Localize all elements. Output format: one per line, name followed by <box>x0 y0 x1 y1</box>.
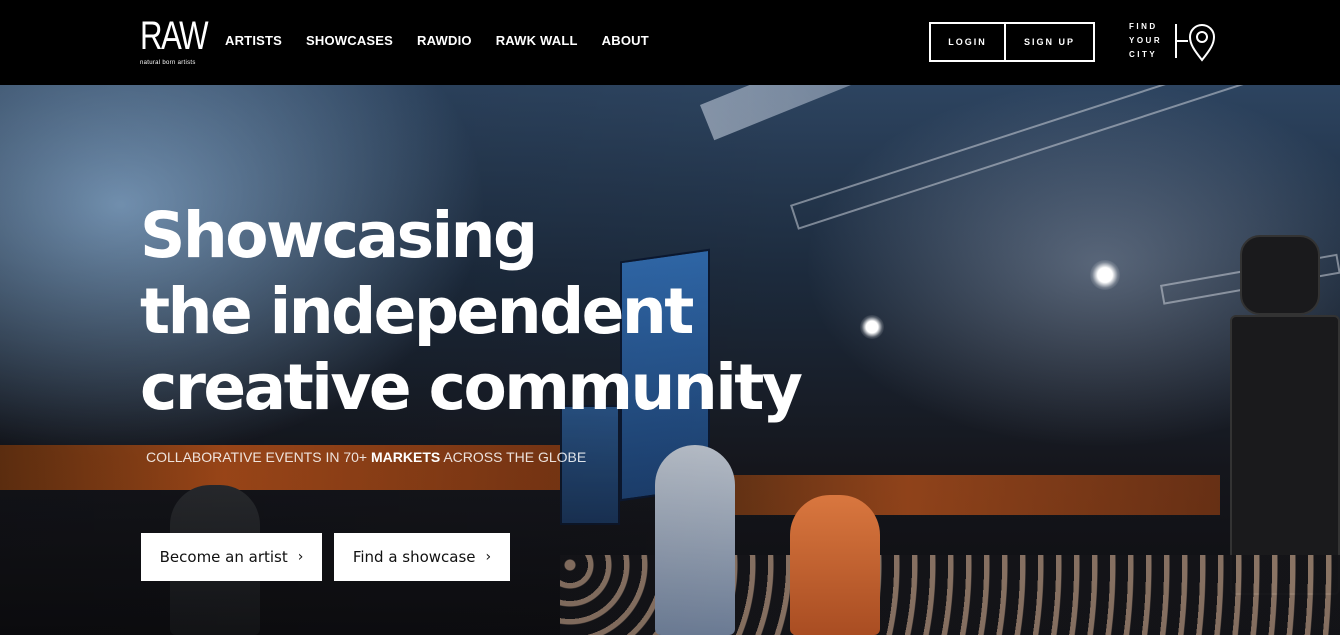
nav-about[interactable]: ABOUT <box>602 33 649 48</box>
main-nav: ARTISTS SHOWCASES RAWDIO RAWK WALL ABOUT <box>225 33 649 48</box>
hero-headline: Showcasing the independent creative comm… <box>140 199 803 424</box>
become-an-artist-button[interactable]: Become an artist › <box>141 533 322 581</box>
nav-artists[interactable]: ARTISTS <box>225 33 282 48</box>
raw-logo[interactable]: RAW natural born artists <box>140 14 209 72</box>
login-button[interactable]: LOGIN <box>931 24 1006 60</box>
chevron-right-icon: › <box>485 549 492 565</box>
signup-button[interactable]: SIGN UP <box>1006 24 1093 60</box>
top-navigation-bar: RAW natural born artists ARTISTS SHOWCAS… <box>0 0 1340 85</box>
auth-buttons: LOGIN SIGN UP <box>929 22 1095 62</box>
find-your-city-label: FIND YOUR CITY <box>1129 22 1163 59</box>
nav-rawk-wall[interactable]: RAWK WALL <box>496 33 578 48</box>
nav-showcases[interactable]: SHOWCASES <box>306 33 393 48</box>
hero-section: Showcasing the independent creative comm… <box>0 85 1340 635</box>
logo-wordmark: RAW <box>140 14 209 58</box>
hero-subline: COLLABORATIVE EVENTS IN 70+ MARKETS ACRO… <box>146 449 587 465</box>
nav-rawdio[interactable]: RAWDIO <box>417 33 472 48</box>
logo-tagline: natural born artists <box>140 60 196 66</box>
find-a-showcase-button[interactable]: Find a showcase › <box>334 533 510 581</box>
map-pin-icon <box>1175 24 1216 62</box>
chevron-right-icon: › <box>297 549 304 565</box>
find-your-city-link[interactable]: FIND YOUR CITY <box>1129 20 1218 62</box>
